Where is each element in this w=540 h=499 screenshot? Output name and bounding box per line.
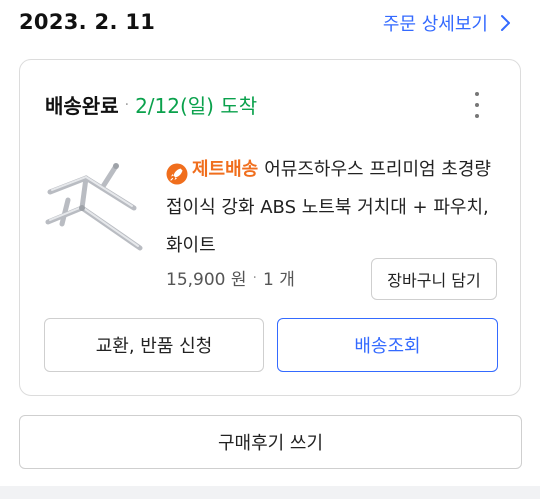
more-options-icon[interactable] xyxy=(474,92,480,118)
product-info[interactable]: 제트배송 어뮤즈하우스 프리미엄 초경량 접이식 강화 ABS 노트북 거치대 … xyxy=(166,151,506,265)
order-detail-label: 주문 상세보기 xyxy=(382,14,488,35)
delivery-status: 배송완료 xyxy=(45,94,119,118)
shipment-status-row: 배송완료 · 2/12(일) 도착 xyxy=(45,90,257,119)
rocket-icon xyxy=(166,163,188,185)
write-review-button[interactable]: 구매후기 쓰기 xyxy=(19,415,522,469)
rocket-delivery-label: 제트배송 xyxy=(192,159,259,180)
order-detail-link[interactable]: 주문 상세보기 xyxy=(383,10,514,36)
product-quantity: 1 개 xyxy=(262,270,295,290)
chevron-right-icon xyxy=(501,15,510,31)
price-row: 15,900 원 · 1 개 xyxy=(166,265,295,291)
status-separator: · xyxy=(124,96,130,113)
track-delivery-button[interactable]: 배송조회 xyxy=(277,318,498,372)
section-divider xyxy=(0,486,540,499)
product-thumbnail[interactable] xyxy=(42,152,146,252)
price-separator: · xyxy=(252,269,257,286)
arrival-date: 2/12(일) 도착 xyxy=(135,94,258,118)
add-to-cart-button[interactable]: 장바구니 담기 xyxy=(371,258,497,300)
order-date: 2023. 2. 11 xyxy=(19,10,156,34)
rocket-badge: 제트배송 xyxy=(166,151,264,189)
product-price: 15,900 원 xyxy=(166,270,247,290)
exchange-return-button[interactable]: 교환, 반품 신청 xyxy=(44,318,264,372)
order-item-card: 배송완료 · 2/12(일) 도착 제트배송 어뮤즈하우스 프리미엄 초경량 접… xyxy=(19,59,521,396)
